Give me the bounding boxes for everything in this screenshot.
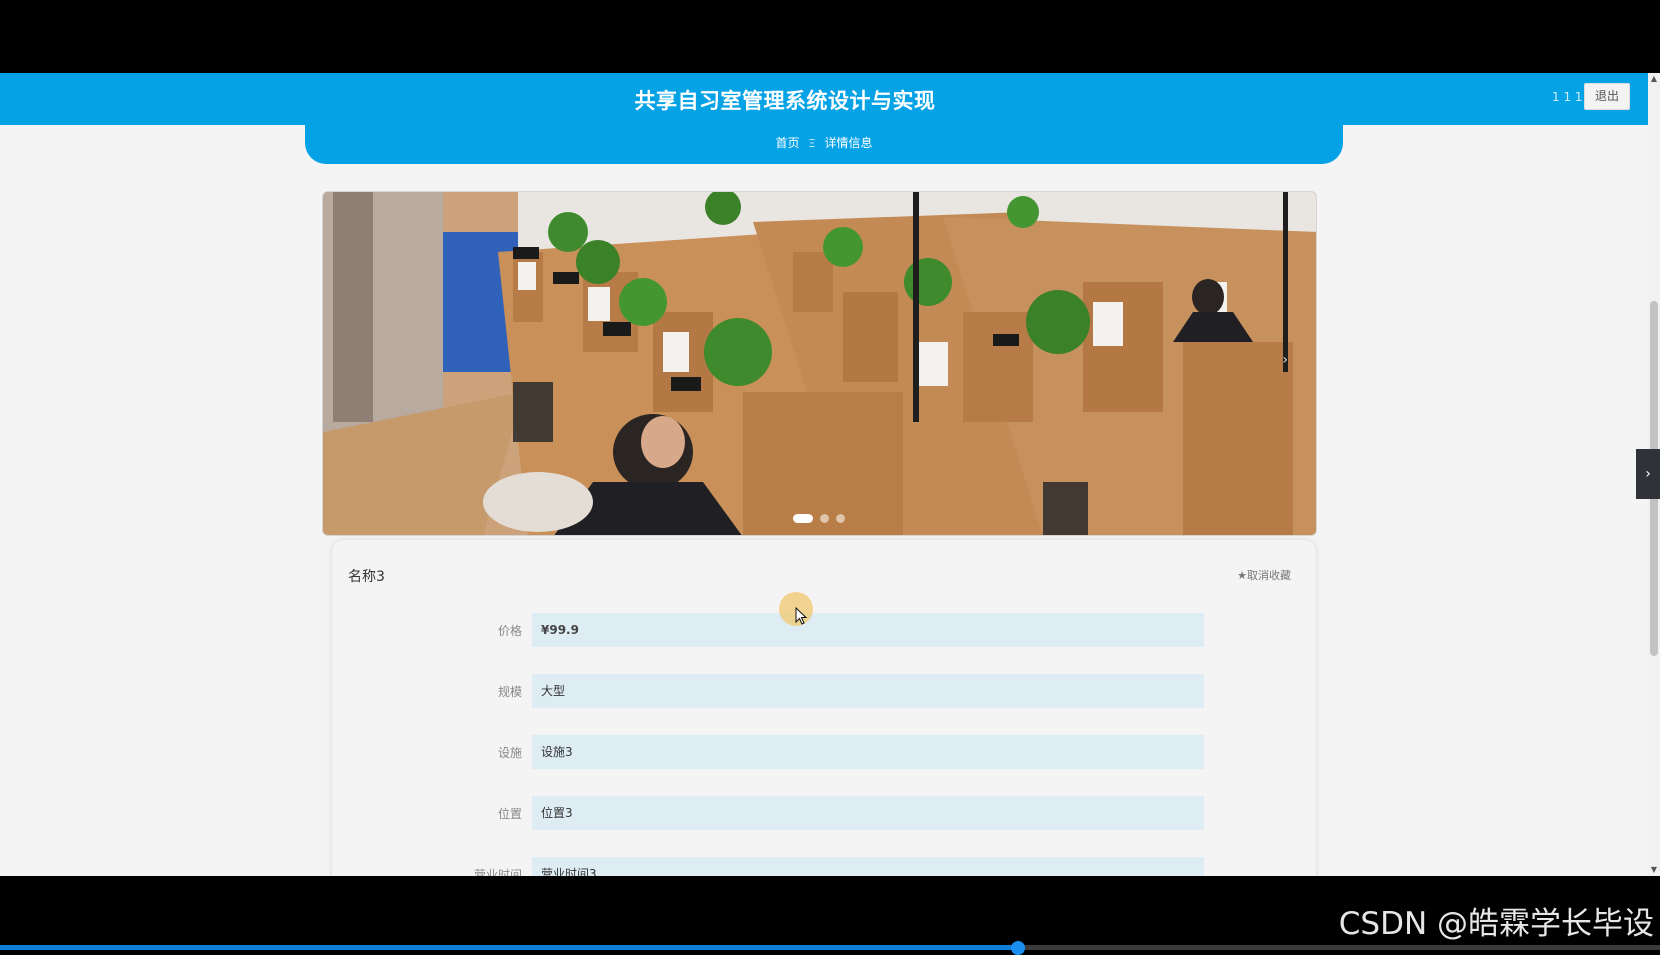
field-value: 营业时间3 (532, 857, 1204, 876)
field-row-scale: 规模 大型 (332, 674, 1232, 708)
detail-card: 名称3 ★取消收藏 价格 ¥99.9 规模 大型 设施 设施3 位置 位置3 营… (331, 539, 1317, 876)
breadcrumb-home[interactable]: 首页 (776, 136, 800, 150)
carousel-dot-1[interactable] (793, 514, 813, 523)
field-row-hours: 营业时间 营业时间3 (332, 857, 1232, 876)
field-value: 位置3 (532, 796, 1204, 830)
username-label: 1 1 1 (1552, 90, 1583, 104)
video-progress-knob[interactable] (1010, 941, 1025, 955)
site-title: 共享自习室管理系统设计与实现 (634, 89, 936, 113)
carousel-dot-3[interactable] (836, 514, 845, 523)
field-row-facilities: 设施 设施3 (332, 735, 1232, 769)
unfavorite-button[interactable]: ★取消收藏 (1237, 567, 1291, 583)
field-label: 规模 (497, 685, 522, 699)
image-carousel[interactable]: › (322, 191, 1317, 536)
watermark: CSDN @皓霖学长毕设 (1338, 906, 1654, 942)
side-panel-toggle[interactable]: › (1636, 449, 1660, 499)
field-row-location: 位置 位置3 (332, 796, 1232, 830)
field-value: ¥99.9 (532, 613, 1204, 647)
carousel-indicators (793, 514, 845, 523)
field-label: 营业时间 (473, 868, 522, 876)
item-name: 名称3 (348, 569, 385, 585)
breadcrumb-separator-icon: Ξ (808, 137, 816, 150)
chevron-right-icon[interactable]: › (1282, 352, 1288, 368)
field-label: 设施 (497, 746, 522, 760)
field-label: 位置 (497, 807, 522, 821)
field-value: 设施3 (532, 735, 1204, 769)
carousel-dot-2[interactable] (820, 514, 829, 523)
field-value: 大型 (532, 674, 1204, 708)
breadcrumb: 首页 Ξ 详情信息 (305, 123, 1343, 164)
video-letterbox-bottom: CSDN @皓霖学长毕设 (0, 876, 1660, 955)
video-progress-fill (0, 945, 1018, 950)
browser-viewport: 共享自习室管理系统设计与实现 1 1 1 退出 首页 Ξ 详情信息 › 名称3 … (0, 73, 1660, 876)
field-label: 价格 (497, 624, 522, 638)
study-room-photo (323, 192, 1316, 535)
breadcrumb-current: 详情信息 (824, 136, 873, 150)
video-progress-bar[interactable] (0, 941, 1660, 955)
video-letterbox-top (0, 0, 1660, 73)
top-header: 共享自习室管理系统设计与实现 1 1 1 退出 (0, 73, 1648, 125)
scroll-up-icon[interactable]: ▲ (1648, 73, 1660, 85)
logout-button[interactable]: 退出 (1584, 83, 1630, 110)
scroll-down-icon[interactable]: ▼ (1648, 864, 1660, 876)
mouse-cursor-icon (795, 607, 807, 625)
